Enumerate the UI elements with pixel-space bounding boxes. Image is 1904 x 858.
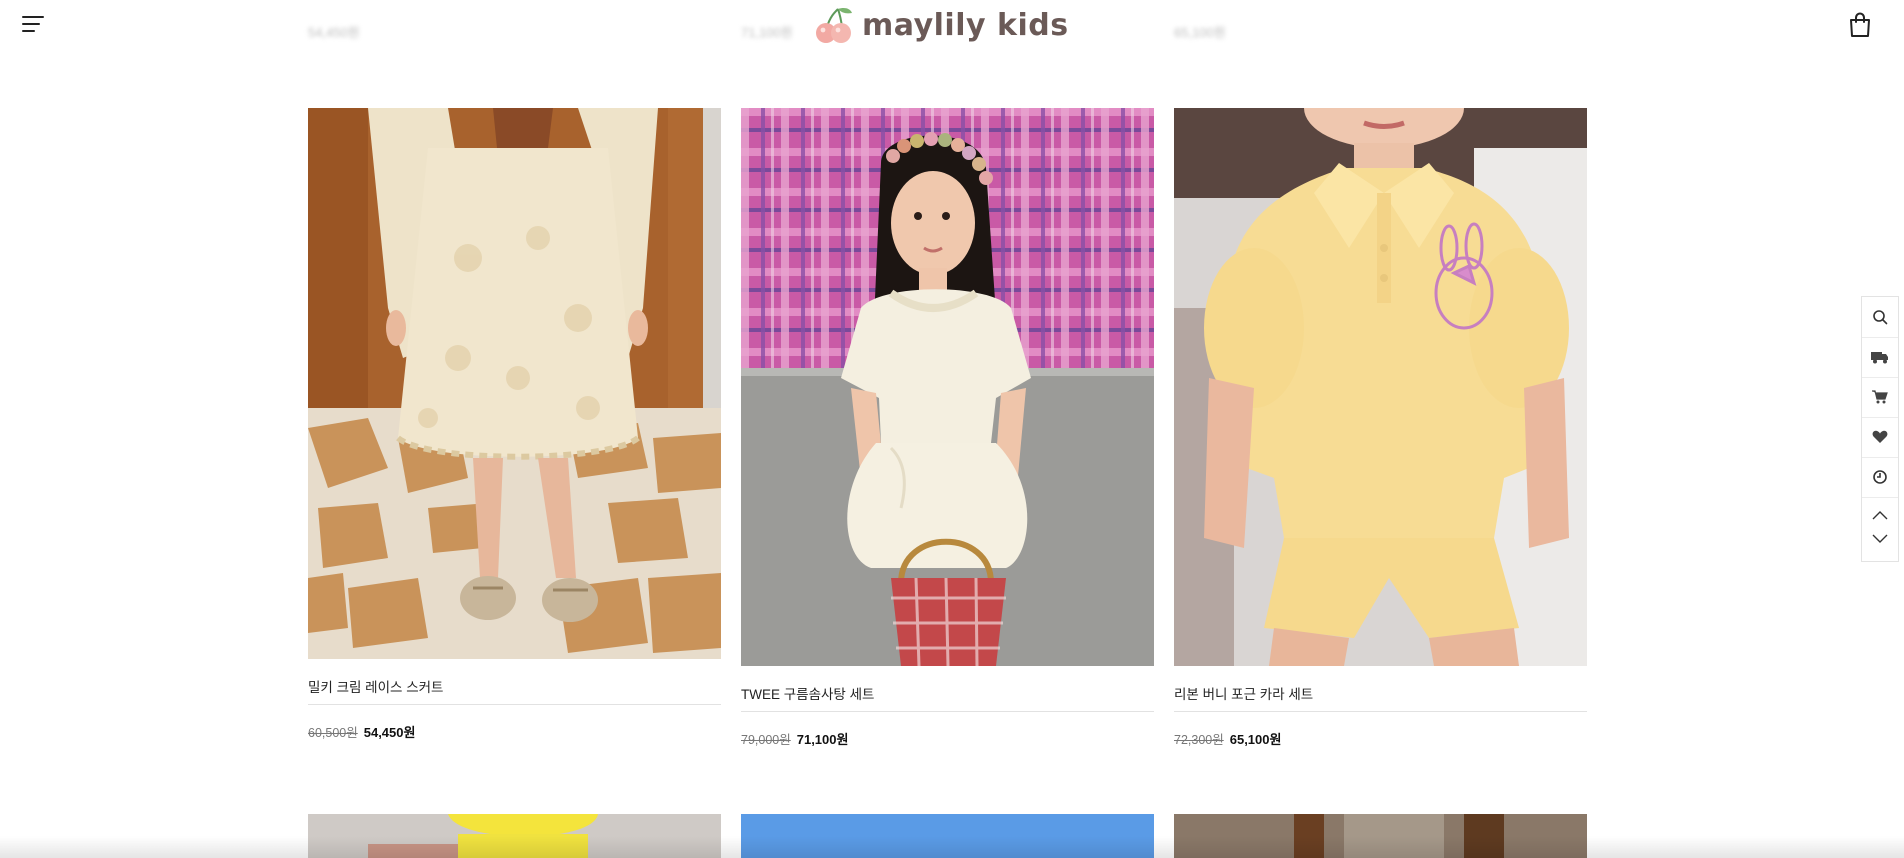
faded-price-previous-row-1: 54,450원 xyxy=(308,25,360,40)
product-image-next-row-1[interactable] xyxy=(308,814,721,858)
divider xyxy=(308,704,721,705)
product-image-next-row-2[interactable] xyxy=(741,814,1154,858)
cart-icon[interactable] xyxy=(1862,377,1898,418)
product-name[interactable]: TWEE 구름솜사탕 세트 xyxy=(741,683,874,703)
price-group: 72,300원 65,100원 xyxy=(1174,729,1281,748)
product-image-next-row-3[interactable] xyxy=(1174,814,1587,858)
quick-menu-bar xyxy=(1861,296,1899,562)
sale-price: 71,100원 xyxy=(796,732,849,747)
shopping-bag-icon[interactable] xyxy=(1848,12,1872,38)
product-image-twee-cloud-set[interactable] xyxy=(741,108,1154,666)
product-image-ribbon-bunny-collar-set[interactable] xyxy=(1174,108,1587,666)
divider xyxy=(1174,711,1587,712)
clock-icon[interactable] xyxy=(1862,457,1898,498)
sale-price: 65,100원 xyxy=(1229,732,1282,747)
cherry-logo-icon xyxy=(816,8,852,43)
product-name[interactable]: 리본 버니 포근 카라 세트 xyxy=(1174,683,1313,703)
heart-icon[interactable] xyxy=(1862,417,1898,458)
chevron-down-icon[interactable] xyxy=(1862,527,1898,551)
delivery-truck-icon[interactable] xyxy=(1862,337,1898,378)
price-group: 60,500원 54,450원 xyxy=(308,722,415,741)
original-price: 72,300원 xyxy=(1174,733,1224,747)
logo-text: maylily kids xyxy=(862,7,1069,43)
price-group: 79,000원 71,100원 xyxy=(741,729,848,748)
original-price: 60,500원 xyxy=(308,726,358,740)
sale-price: 54,450원 xyxy=(363,725,416,740)
hamburger-menu-icon[interactable] xyxy=(22,14,46,34)
divider xyxy=(741,711,1154,712)
chevron-up-icon[interactable] xyxy=(1862,503,1898,527)
search-icon[interactable] xyxy=(1862,297,1898,338)
original-price: 79,000원 xyxy=(741,733,791,747)
faded-price-previous-row-3: 65,100원 xyxy=(1174,25,1226,40)
product-image-cream-lace-skirt[interactable] xyxy=(308,108,721,659)
site-header: 54,450원 71,100원 65,100원 maylily kids xyxy=(0,0,1904,50)
product-name[interactable]: 밀키 크림 레이스 스커트 xyxy=(308,676,443,696)
faded-price-previous-row-2: 71,100원 xyxy=(741,25,793,40)
site-logo[interactable]: maylily kids xyxy=(812,4,1069,46)
scroll-controls xyxy=(1862,497,1898,561)
